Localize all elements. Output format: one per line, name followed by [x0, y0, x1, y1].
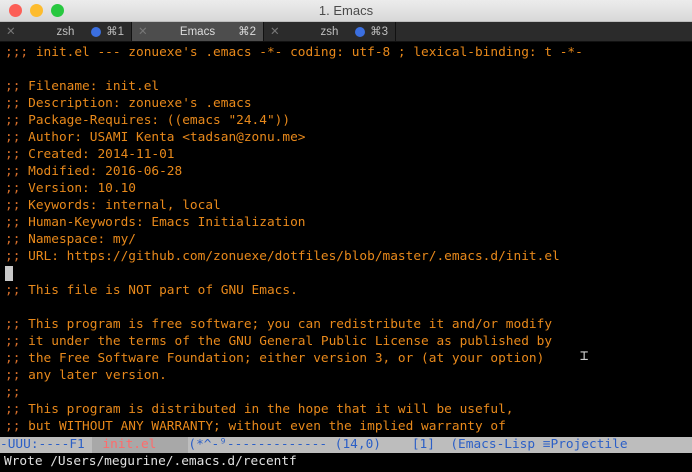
code-text: any later version. — [20, 368, 167, 383]
comment-prefix: ;; — [5, 164, 21, 179]
code-line: ;; it under the terms of the GNU General… — [5, 333, 692, 350]
code-line: ;; Namespace: my/ — [5, 231, 692, 248]
code-text: Package-Requires: ((emacs "24.4")) — [20, 113, 291, 128]
tab-shortcut: ⌘1 — [106, 26, 124, 38]
tab-1[interactable]: ✕ Emacs ⌘2 — [132, 22, 264, 41]
code-line: ;; Description: zonuexe's .emacs — [5, 95, 692, 112]
tab-0[interactable]: ✕ zsh ⌘1 — [0, 22, 132, 41]
tab-2[interactable]: ✕ zsh ⌘3 — [264, 22, 396, 41]
code-text: This program is distributed in the hope … — [20, 402, 514, 417]
code-text: the Free Software Foundation; either ver… — [20, 351, 545, 366]
comment-prefix: ;; — [5, 181, 21, 196]
code-text: it under the terms of the GNU General Pu… — [20, 334, 553, 349]
comment-prefix: ;; — [5, 147, 21, 162]
comment-prefix: ;; — [5, 96, 21, 111]
comment-prefix: ;; — [5, 79, 21, 94]
code-text: This file is NOT part of GNU Emacs. — [20, 283, 298, 298]
close-window-button[interactable] — [9, 4, 22, 17]
tab-label: zsh — [56, 26, 75, 38]
comment-prefix: ;; — [5, 283, 21, 298]
code-line: ;; Created: 2014-11-01 — [5, 146, 692, 163]
code-line: ;; Modified: 2016-06-28 — [5, 163, 692, 180]
code-line: ;; URL: https://github.com/zonuexe/dotfi… — [5, 248, 692, 265]
code-line: ;; Filename: init.el — [5, 78, 692, 95]
comment-prefix: ;;; — [5, 45, 29, 60]
tab-shortcut: ⌘2 — [238, 26, 256, 38]
title-bar: 1. Emacs — [0, 0, 692, 22]
code-line: ;; any later version. — [5, 367, 692, 384]
code-line: ;; This file is NOT part of GNU Emacs. — [5, 282, 692, 299]
close-tab-icon[interactable]: ✕ — [138, 22, 148, 42]
code-text: Keywords: internal, local — [20, 198, 221, 213]
code-text: Modified: 2016-06-28 — [20, 164, 183, 179]
tab-label: zsh — [320, 26, 339, 38]
minibuffer[interactable]: Wrote /Users/megurine/.emacs.d/recentf — [0, 453, 692, 470]
editor-buffer[interactable]: ;;; init.el --- zonuexe's .emacs -*- cod… — [0, 42, 692, 436]
activity-dot-icon — [91, 27, 101, 37]
code-text: Created: 2014-11-01 — [20, 147, 175, 162]
comment-prefix: ;; — [5, 232, 21, 247]
code-line: ;; This program is free software; you ca… — [5, 316, 692, 333]
code-line: ;; but WITHOUT ANY WARRANTY; without eve… — [5, 418, 692, 435]
code-line: ;; the Free Software Foundation; either … — [5, 350, 692, 367]
ibeam-cursor-icon: ⌶ — [580, 348, 589, 364]
mode-line: -UUU:----F1 init.el (*^-⁹------------- (… — [0, 437, 692, 453]
code-line: ;; — [5, 384, 692, 401]
comment-prefix: ;; — [5, 113, 21, 128]
code-line: ;; Package-Requires: ((emacs "24.4")) — [5, 112, 692, 129]
code-line: ;; Keywords: internal, local — [5, 197, 692, 214]
comment-prefix: ;; — [5, 317, 21, 332]
code-text: but WITHOUT ANY WARRANTY; without even t… — [20, 419, 506, 434]
code-text: Author: USAMI Kenta <tadsan@zonu.me> — [20, 130, 306, 145]
activity-dot-icon — [355, 27, 365, 37]
tab-bar: ✕ zsh ⌘1 ✕ Emacs ⌘2 ✕ zsh ⌘3 — [0, 22, 692, 42]
mode-line-buffer-name[interactable]: init.el — [92, 437, 189, 453]
comment-prefix: ;; — [5, 368, 21, 383]
comment-prefix: ;; — [5, 385, 21, 400]
comment-prefix: ;; — [5, 402, 21, 417]
mode-line-status: -UUU:----F1 — [0, 437, 93, 452]
code-line: ;; Human-Keywords: Emacs Initialization — [5, 214, 692, 231]
code-line: ;;; init.el --- zonuexe's .emacs -*- cod… — [5, 44, 692, 61]
tab-label: Emacs — [179, 26, 216, 38]
code-text: URL: https://github.com/zonuexe/dotfiles… — [20, 249, 560, 264]
text-cursor — [5, 266, 13, 281]
code-text: Filename: init.el — [20, 79, 160, 94]
comment-prefix: ;; — [5, 334, 21, 349]
close-tab-icon[interactable]: ✕ — [6, 22, 16, 42]
comment-prefix: ;; — [5, 351, 21, 366]
close-tab-icon[interactable]: ✕ — [270, 22, 280, 42]
code-text: init.el --- zonuexe's .emacs -*- coding:… — [28, 45, 583, 60]
code-text: Description: zonuexe's .emacs — [20, 96, 252, 111]
comment-prefix: ;; — [5, 215, 21, 230]
code-line: ;; This program is distributed in the ho… — [5, 401, 692, 418]
zoom-window-button[interactable] — [51, 4, 64, 17]
tab-shortcut: ⌘3 — [370, 26, 388, 38]
code-text: Namespace: my/ — [20, 232, 136, 247]
mode-line-info: (*^-⁹------------- (14,0) [1] (Emacs-Lis… — [188, 437, 628, 452]
code-text: Human-Keywords: Emacs Initialization — [20, 215, 306, 230]
comment-prefix: ;; — [5, 419, 21, 434]
code-line: ;; Author: USAMI Kenta <tadsan@zonu.me> — [5, 129, 692, 146]
code-line — [5, 265, 692, 282]
code-line: ;; Version: 10.10 — [5, 180, 692, 197]
code-text: This program is free software; you can r… — [20, 317, 553, 332]
minimize-window-button[interactable] — [30, 4, 43, 17]
code-text: Version: 10.10 — [20, 181, 136, 196]
comment-prefix: ;; — [5, 130, 21, 145]
comment-prefix: ;; — [5, 198, 21, 213]
comment-prefix: ;; — [5, 249, 21, 264]
window-title: 1. Emacs — [318, 3, 374, 18]
